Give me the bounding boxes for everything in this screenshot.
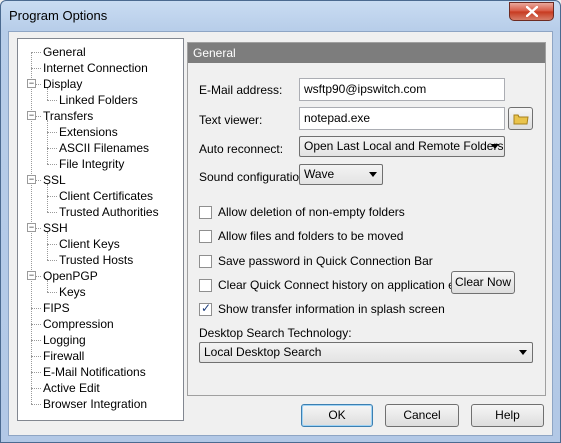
- tree-item[interactable]: Internet Connection: [43, 60, 148, 76]
- checkbox-label: Save password in Quick Connection Bar: [218, 254, 433, 268]
- tree-connector: [47, 184, 48, 212]
- checkbox-box[interactable]: [199, 229, 212, 243]
- checkbox-box[interactable]: [199, 205, 212, 219]
- tree-connector: [31, 388, 41, 389]
- tree-connector: [31, 68, 41, 69]
- options-tree[interactable]: General Internet Connection − Display Linked…: [17, 38, 184, 421]
- tree-item[interactable]: General: [43, 44, 86, 60]
- browse-viewer-button[interactable]: [508, 107, 533, 130]
- sound-config-value: Wave: [304, 167, 335, 181]
- tree-connector: [47, 260, 57, 261]
- window-title: Program Options: [9, 8, 108, 23]
- tree-item[interactable]: Logging: [43, 332, 86, 348]
- tree-item[interactable]: Extensions: [59, 124, 118, 140]
- tree-connector: [47, 148, 57, 149]
- clear-now-button[interactable]: Clear Now: [451, 271, 515, 294]
- tree-item[interactable]: Compression: [43, 316, 114, 332]
- panel-header: General: [188, 43, 545, 63]
- auto-reconnect-label: Auto reconnect:: [199, 142, 284, 156]
- help-button[interactable]: Help: [471, 404, 544, 427]
- collapse-icon[interactable]: −: [27, 79, 36, 88]
- tree-item[interactable]: Client Keys: [59, 236, 120, 252]
- chevron-down-icon: [491, 144, 499, 149]
- desktop-search-label: Desktop Search Technology:: [199, 326, 352, 340]
- tree-item[interactable]: Browser Integration: [43, 396, 147, 412]
- collapse-icon[interactable]: −: [27, 271, 36, 280]
- tree-connector: [47, 232, 48, 260]
- collapse-icon[interactable]: −: [27, 175, 36, 184]
- checkbox-box[interactable]: [199, 301, 212, 316]
- tree-item[interactable]: Linked Folders: [59, 92, 138, 108]
- tree-item[interactable]: File Integrity: [59, 156, 124, 172]
- tree-item[interactable]: ASCII Filenames: [59, 140, 149, 156]
- clear-history-checkbox[interactable]: Clear Quick Connect history on applicati…: [199, 277, 467, 293]
- chevron-down-icon: [519, 350, 527, 355]
- checkbox-label: Clear Quick Connect history on applicati…: [218, 278, 467, 292]
- tree-connector: [47, 196, 57, 197]
- tree-connector: [47, 100, 57, 101]
- desktop-search-select[interactable]: Local Desktop Search: [199, 342, 533, 363]
- tree-connector: [47, 292, 57, 293]
- cancel-button[interactable]: Cancel: [385, 404, 459, 427]
- email-label: E-Mail address:: [199, 83, 283, 97]
- desktop-search-value: Local Desktop Search: [204, 345, 322, 359]
- save-password-checkbox[interactable]: Save password in Quick Connection Bar: [199, 253, 433, 269]
- tree-item[interactable]: FIPS: [43, 300, 70, 316]
- tree-item[interactable]: SSL: [43, 172, 66, 188]
- tree-connector: [47, 244, 57, 245]
- tree-connector: [47, 164, 57, 165]
- chevron-down-icon: [369, 172, 377, 177]
- checkbox-label: Allow deletion of non-empty folders: [218, 205, 405, 219]
- tree-connector: [31, 52, 41, 53]
- text-viewer-field[interactable]: notepad.exe: [299, 107, 505, 130]
- tree-item[interactable]: Transfers: [43, 108, 93, 124]
- tree-connector: [31, 404, 41, 405]
- tree-item[interactable]: Keys: [59, 284, 86, 300]
- tree-item[interactable]: Client Certificates: [59, 188, 153, 204]
- collapse-icon[interactable]: −: [27, 223, 36, 232]
- auto-reconnect-value: Open Last Local and Remote Folders: [304, 139, 504, 153]
- close-icon: [525, 6, 538, 17]
- tree-item[interactable]: SSH: [43, 220, 68, 236]
- checkbox-label: Show transfer information in splash scre…: [218, 302, 445, 316]
- close-button[interactable]: [509, 2, 554, 21]
- tree-item[interactable]: Firewall: [43, 348, 84, 364]
- tree-connector: [31, 340, 41, 341]
- folder-icon: [513, 114, 529, 125]
- allow-move-checkbox[interactable]: Allow files and folders to be moved: [199, 228, 403, 244]
- tree-connector: [47, 132, 57, 133]
- ok-button[interactable]: OK: [301, 404, 373, 427]
- tree-connector: [31, 308, 41, 309]
- tree-item[interactable]: E-Mail Notifications: [43, 364, 146, 380]
- sound-config-select[interactable]: Wave: [299, 164, 383, 185]
- checkbox-label: Allow files and folders to be moved: [218, 229, 404, 243]
- general-panel: General E-Mail address: wsftp90@ipswitch…: [187, 42, 546, 396]
- tree-connector: [47, 212, 57, 213]
- allow-deletion-checkbox[interactable]: Allow deletion of non-empty folders: [199, 204, 405, 220]
- tree-connector: [31, 324, 41, 325]
- tree-item[interactable]: Display: [43, 76, 82, 92]
- dialog-client-area: General Internet Connection − Display Linked…: [8, 31, 553, 436]
- show-transfer-info-checkbox[interactable]: Show transfer information in splash scre…: [199, 301, 445, 317]
- program-options-window: Program Options General Internet Connecti…: [0, 0, 561, 443]
- tree-item[interactable]: Trusted Authorities: [59, 204, 159, 220]
- tree-connector: [47, 120, 48, 164]
- tree-item[interactable]: Trusted Hosts: [59, 252, 133, 268]
- tree-connector: [31, 372, 41, 373]
- auto-reconnect-select[interactable]: Open Last Local and Remote Folders: [299, 136, 505, 157]
- email-field[interactable]: wsftp90@ipswitch.com: [299, 78, 505, 101]
- sound-config-label: Sound configuration:: [199, 170, 310, 184]
- tree-connector: [31, 356, 41, 357]
- checkbox-box[interactable]: [199, 254, 212, 268]
- title-bar[interactable]: Program Options: [1, 1, 560, 31]
- checkbox-box[interactable]: [199, 278, 212, 292]
- tree-item[interactable]: OpenPGP: [43, 268, 98, 284]
- collapse-icon[interactable]: −: [27, 111, 36, 120]
- text-viewer-label: Text viewer:: [199, 113, 263, 127]
- tree-item[interactable]: Active Edit: [43, 380, 100, 396]
